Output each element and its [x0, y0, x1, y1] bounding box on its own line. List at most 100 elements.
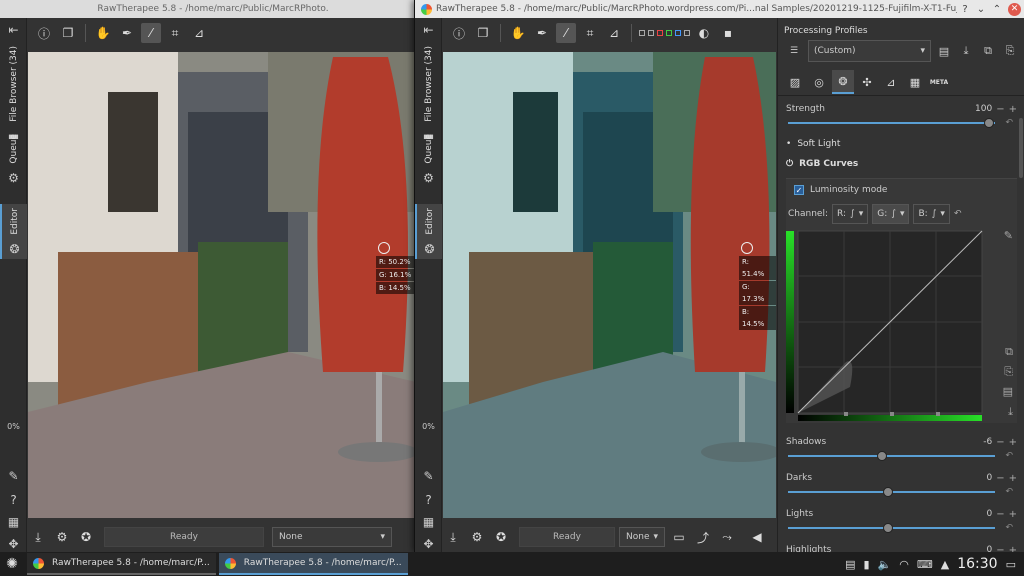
- grid-icon[interactable]: ▦: [0, 512, 27, 532]
- channel-toggle[interactable]: [684, 30, 690, 36]
- slider-knob[interactable]: [877, 451, 887, 461]
- slider-value[interactable]: -6: [964, 437, 992, 447]
- open-curve-icon[interactable]: ▤: [1003, 385, 1013, 398]
- save-icon[interactable]: ⤓: [28, 527, 48, 547]
- plus-button[interactable]: +: [1009, 545, 1017, 553]
- straighten-icon[interactable]: ⊿: [604, 23, 624, 43]
- pen-icon[interactable]: ✎: [415, 466, 442, 486]
- minimize-icon[interactable]: ⌄: [973, 1, 989, 17]
- pen-icon[interactable]: ✎: [0, 466, 27, 486]
- clipboard-icon[interactable]: ▤: [845, 558, 855, 571]
- tab-editor[interactable]: Editor ❂: [0, 204, 27, 259]
- help-icon[interactable]: ?: [415, 490, 442, 510]
- plus-button[interactable]: +: [1009, 473, 1017, 484]
- reset-icon[interactable]: ↶: [1005, 487, 1013, 497]
- minus-button[interactable]: −: [996, 437, 1004, 448]
- tab-exposure-icon[interactable]: ◎: [808, 70, 830, 94]
- crop-icon[interactable]: ⌗: [165, 23, 185, 43]
- move-icon[interactable]: ✥: [0, 534, 27, 552]
- save-icon[interactable]: ⤓: [443, 527, 463, 547]
- preview-image-1[interactable]: R: 50.2% G: 16.1% B: 14.5%: [28, 52, 416, 518]
- reset-icon[interactable]: ↶: [954, 209, 962, 219]
- collapse-icon[interactable]: ⇤: [0, 20, 27, 40]
- title-bar[interactable]: RawTherapee 5.8 - /home/marc/Public/Marc…: [415, 0, 1024, 18]
- volume-icon[interactable]: 🔈: [878, 558, 892, 571]
- channel-toggle[interactable]: [639, 30, 645, 36]
- paste-profile-icon[interactable]: ⎘: [1001, 41, 1019, 61]
- clip-indicator-icon[interactable]: ▪: [718, 23, 738, 43]
- edit-point-icon[interactable]: ✎: [1004, 229, 1013, 242]
- channel-toggle[interactable]: [648, 30, 654, 36]
- tab-detail-icon[interactable]: ✣: [856, 70, 878, 94]
- task-window-1[interactable]: RawTherapee 5.8 - /home/marc/P...: [27, 553, 216, 575]
- hand-tool-icon[interactable]: ✋: [508, 23, 528, 43]
- soft-light-header[interactable]: • Soft Light: [778, 134, 1024, 154]
- curve-editor[interactable]: [786, 227, 996, 423]
- red-channel-toggle[interactable]: [657, 30, 663, 36]
- tab-favorites-icon[interactable]: ▨: [784, 70, 806, 94]
- minus-button[interactable]: −: [996, 545, 1004, 553]
- reset-icon[interactable]: ↶: [1005, 451, 1013, 461]
- paste-curve-icon[interactable]: ⎘: [1004, 365, 1013, 379]
- minus-button[interactable]: −: [996, 473, 1004, 484]
- tab-raw-icon[interactable]: ▦: [904, 70, 926, 94]
- slider-knob[interactable]: [883, 523, 893, 533]
- queue-add-icon[interactable]: ⚙: [467, 527, 487, 547]
- title-bar[interactable]: RawTherapee 5.8 - /home/marc/Public/Marc…: [0, 0, 420, 18]
- network-icon[interactable]: ⌨: [917, 558, 933, 571]
- slider-darks[interactable]: ↶: [788, 487, 1013, 497]
- green-channel-toggle[interactable]: [666, 30, 672, 36]
- color-picker-marker[interactable]: [378, 242, 390, 254]
- open-profile-icon[interactable]: ▤: [935, 41, 953, 61]
- plus-button[interactable]: +: [1009, 509, 1017, 520]
- reset-icon[interactable]: ↶: [1005, 118, 1013, 128]
- copy-curve-icon[interactable]: ⧉: [1005, 345, 1013, 359]
- save-curve-icon[interactable]: ⤓: [1008, 405, 1013, 419]
- slider-shadows[interactable]: ↶: [788, 451, 1013, 461]
- show-desktop-icon[interactable]: ▭: [1006, 558, 1016, 571]
- info-icon[interactable]: ⓘ: [34, 23, 54, 43]
- copy-profile-icon[interactable]: ⧉: [979, 41, 997, 61]
- blue-curve-dropdown[interactable]: B: ∫ ▾: [913, 204, 950, 224]
- rotate-icon[interactable]: ⤴: [693, 527, 713, 547]
- white-balance-icon[interactable]: ⁄: [556, 23, 576, 43]
- app-menu-icon[interactable]: ✺: [0, 552, 24, 576]
- tab-editor[interactable]: Editor ❂: [415, 204, 442, 259]
- plus-button[interactable]: +: [1009, 437, 1017, 448]
- before-after-icon[interactable]: ❐: [473, 23, 493, 43]
- panel-scrollbar[interactable]: [1019, 118, 1023, 178]
- select-none-dropdown[interactable]: None ▾: [272, 527, 392, 547]
- maximize-icon[interactable]: ⌃: [989, 1, 1005, 17]
- before-after-icon[interactable]: ❐: [58, 23, 78, 43]
- battery-icon[interactable]: ▮: [864, 558, 870, 571]
- editor-icon[interactable]: ✪: [76, 527, 96, 547]
- select-none-dropdown[interactable]: None ▾: [619, 527, 665, 547]
- minus-button[interactable]: −: [996, 104, 1004, 115]
- editor-icon[interactable]: ✪: [491, 527, 511, 547]
- flip-icon[interactable]: ⤳: [717, 527, 737, 547]
- color-picker-icon[interactable]: ✒: [117, 23, 137, 43]
- white-balance-icon[interactable]: ⁄: [141, 23, 161, 43]
- slider-knob[interactable]: [883, 487, 893, 497]
- red-curve-dropdown[interactable]: R: ∫ ▾: [831, 204, 869, 224]
- slider-value[interactable]: 0: [964, 545, 992, 552]
- collapse-icon[interactable]: ⇤: [415, 20, 442, 40]
- queue-add-icon[interactable]: ⚙: [52, 527, 72, 547]
- save-profile-icon[interactable]: ⤓: [957, 41, 975, 61]
- slider-lights[interactable]: ↶: [788, 523, 1013, 533]
- hand-tool-icon[interactable]: ✋: [93, 23, 113, 43]
- expand-tray-icon[interactable]: ▲: [941, 558, 949, 571]
- profile-dropdown[interactable]: (Custom) ▾: [808, 40, 931, 62]
- clock[interactable]: 16:30: [957, 556, 997, 572]
- strength-slider[interactable]: ↶: [788, 118, 1013, 128]
- grid-icon[interactable]: ▦: [415, 512, 442, 532]
- slider-value[interactable]: 0: [964, 509, 992, 519]
- luminosity-checkbox[interactable]: ✓: [794, 185, 804, 195]
- crop-icon[interactable]: ⌗: [580, 23, 600, 43]
- tab-color-icon[interactable]: ❂: [832, 70, 854, 94]
- tab-queue[interactable]: Queue ⚙: [415, 130, 442, 188]
- help-icon[interactable]: ?: [957, 1, 973, 17]
- color-picker-marker[interactable]: [741, 242, 753, 254]
- tab-transform-icon[interactable]: ⊿: [880, 70, 902, 94]
- focus-mask-icon[interactable]: ◐: [694, 23, 714, 43]
